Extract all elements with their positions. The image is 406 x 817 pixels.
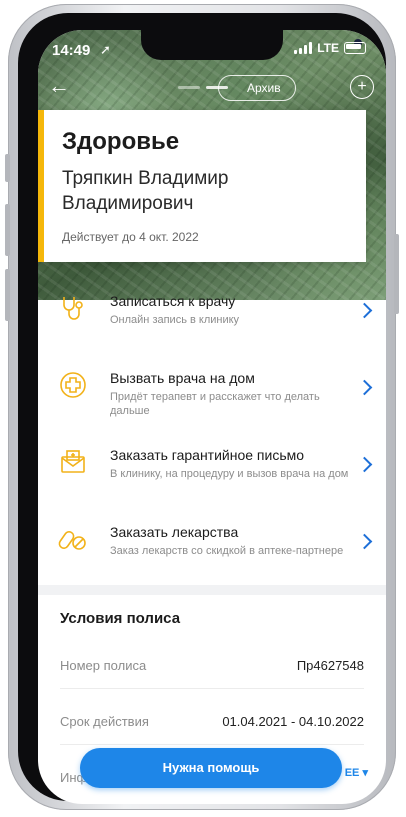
service-subtitle: В клинику, на процедуру и вызов врача на… — [110, 468, 349, 480]
more-link[interactable]: ЕЕ ▾ — [345, 766, 368, 779]
phone-volume-up — [5, 204, 10, 256]
insurance-card[interactable]: Здоровье Тряпкин Владимир Владимирович Д… — [38, 110, 366, 262]
policy-section-title: Условия полиса — [60, 610, 181, 627]
service-title: Заказать гарантийное письмо — [110, 447, 305, 463]
chevron-right-icon — [356, 302, 373, 319]
network-type: LTE — [317, 41, 339, 55]
service-title: Вызвать врача на дом — [110, 370, 255, 386]
signal-icon — [294, 42, 313, 54]
service-item-medicines[interactable]: Заказать лекарства Заказ лекарств со ски… — [38, 506, 386, 583]
battery-icon — [344, 42, 366, 54]
services-list: Записаться к врачу Онлайн запись в клини… — [38, 275, 386, 583]
chevron-right-icon — [356, 533, 373, 550]
row-divider — [60, 688, 364, 689]
card-accent-bar — [38, 110, 44, 262]
service-item-guarantee-letter[interactable]: Заказать гарантийное письмо В клинику, н… — [38, 429, 386, 506]
chevron-right-icon — [356, 456, 373, 473]
archive-label: Архив — [247, 81, 281, 95]
chevron-right-icon — [356, 379, 373, 396]
service-title: Заказать лекарства — [110, 524, 239, 540]
app-screen: 14:49 ➚ LTE ← Архив + Здоровье Тряпкин В… — [38, 30, 386, 804]
row-divider — [60, 744, 364, 745]
service-subtitle: Заказ лекарств со скидкой в аптеке-партн… — [110, 545, 344, 557]
letter-icon — [61, 450, 85, 473]
card-title: Здоровье — [62, 128, 180, 155]
service-subtitle: Онлайн запись в клинику — [110, 314, 240, 326]
add-icon[interactable]: + — [350, 75, 374, 99]
service-title: Записаться к врачу — [110, 293, 236, 309]
back-arrow-icon[interactable]: ← — [48, 75, 70, 97]
status-indicators: LTE — [294, 41, 366, 55]
policy-term-label: Срок действия — [60, 714, 149, 729]
policy-number-label: Номер полиса — [60, 658, 147, 673]
phone-volume-down — [5, 269, 10, 321]
phone-power-button — [394, 234, 399, 314]
chevron-down-icon: ▾ — [362, 767, 368, 779]
section-divider — [38, 585, 386, 595]
phone-notch — [141, 30, 362, 60]
policy-number-value: Пр4627548 — [296, 658, 364, 673]
medical-cross-icon — [60, 372, 86, 398]
stethoscope-icon — [63, 297, 83, 320]
more-label: ЕЕ — [344, 767, 360, 779]
card-valid-until: Действует до 4 окт. 2022 — [62, 230, 199, 244]
service-item-home-visit[interactable]: Вызвать врача на дом Придёт терапевт и р… — [38, 352, 386, 429]
service-subtitle: Придёт терапевт и расскажет что делать д… — [110, 391, 320, 417]
card-holder-name: Тряпкин Владимир Владимирович — [62, 168, 229, 214]
phone-side-button — [5, 154, 10, 182]
archive-button[interactable]: Архив — [218, 75, 296, 101]
policy-term-value: 01.04.2021 - 04.10.2022 — [222, 714, 364, 729]
location-arrow-icon: ➚ — [100, 42, 111, 57]
pills-icon — [58, 531, 86, 550]
status-time: 14:49 — [52, 42, 91, 59]
service-item-appointment[interactable]: Записаться к врачу Онлайн запись в клини… — [38, 275, 386, 352]
help-button[interactable]: Нужна помощь — [80, 748, 342, 788]
